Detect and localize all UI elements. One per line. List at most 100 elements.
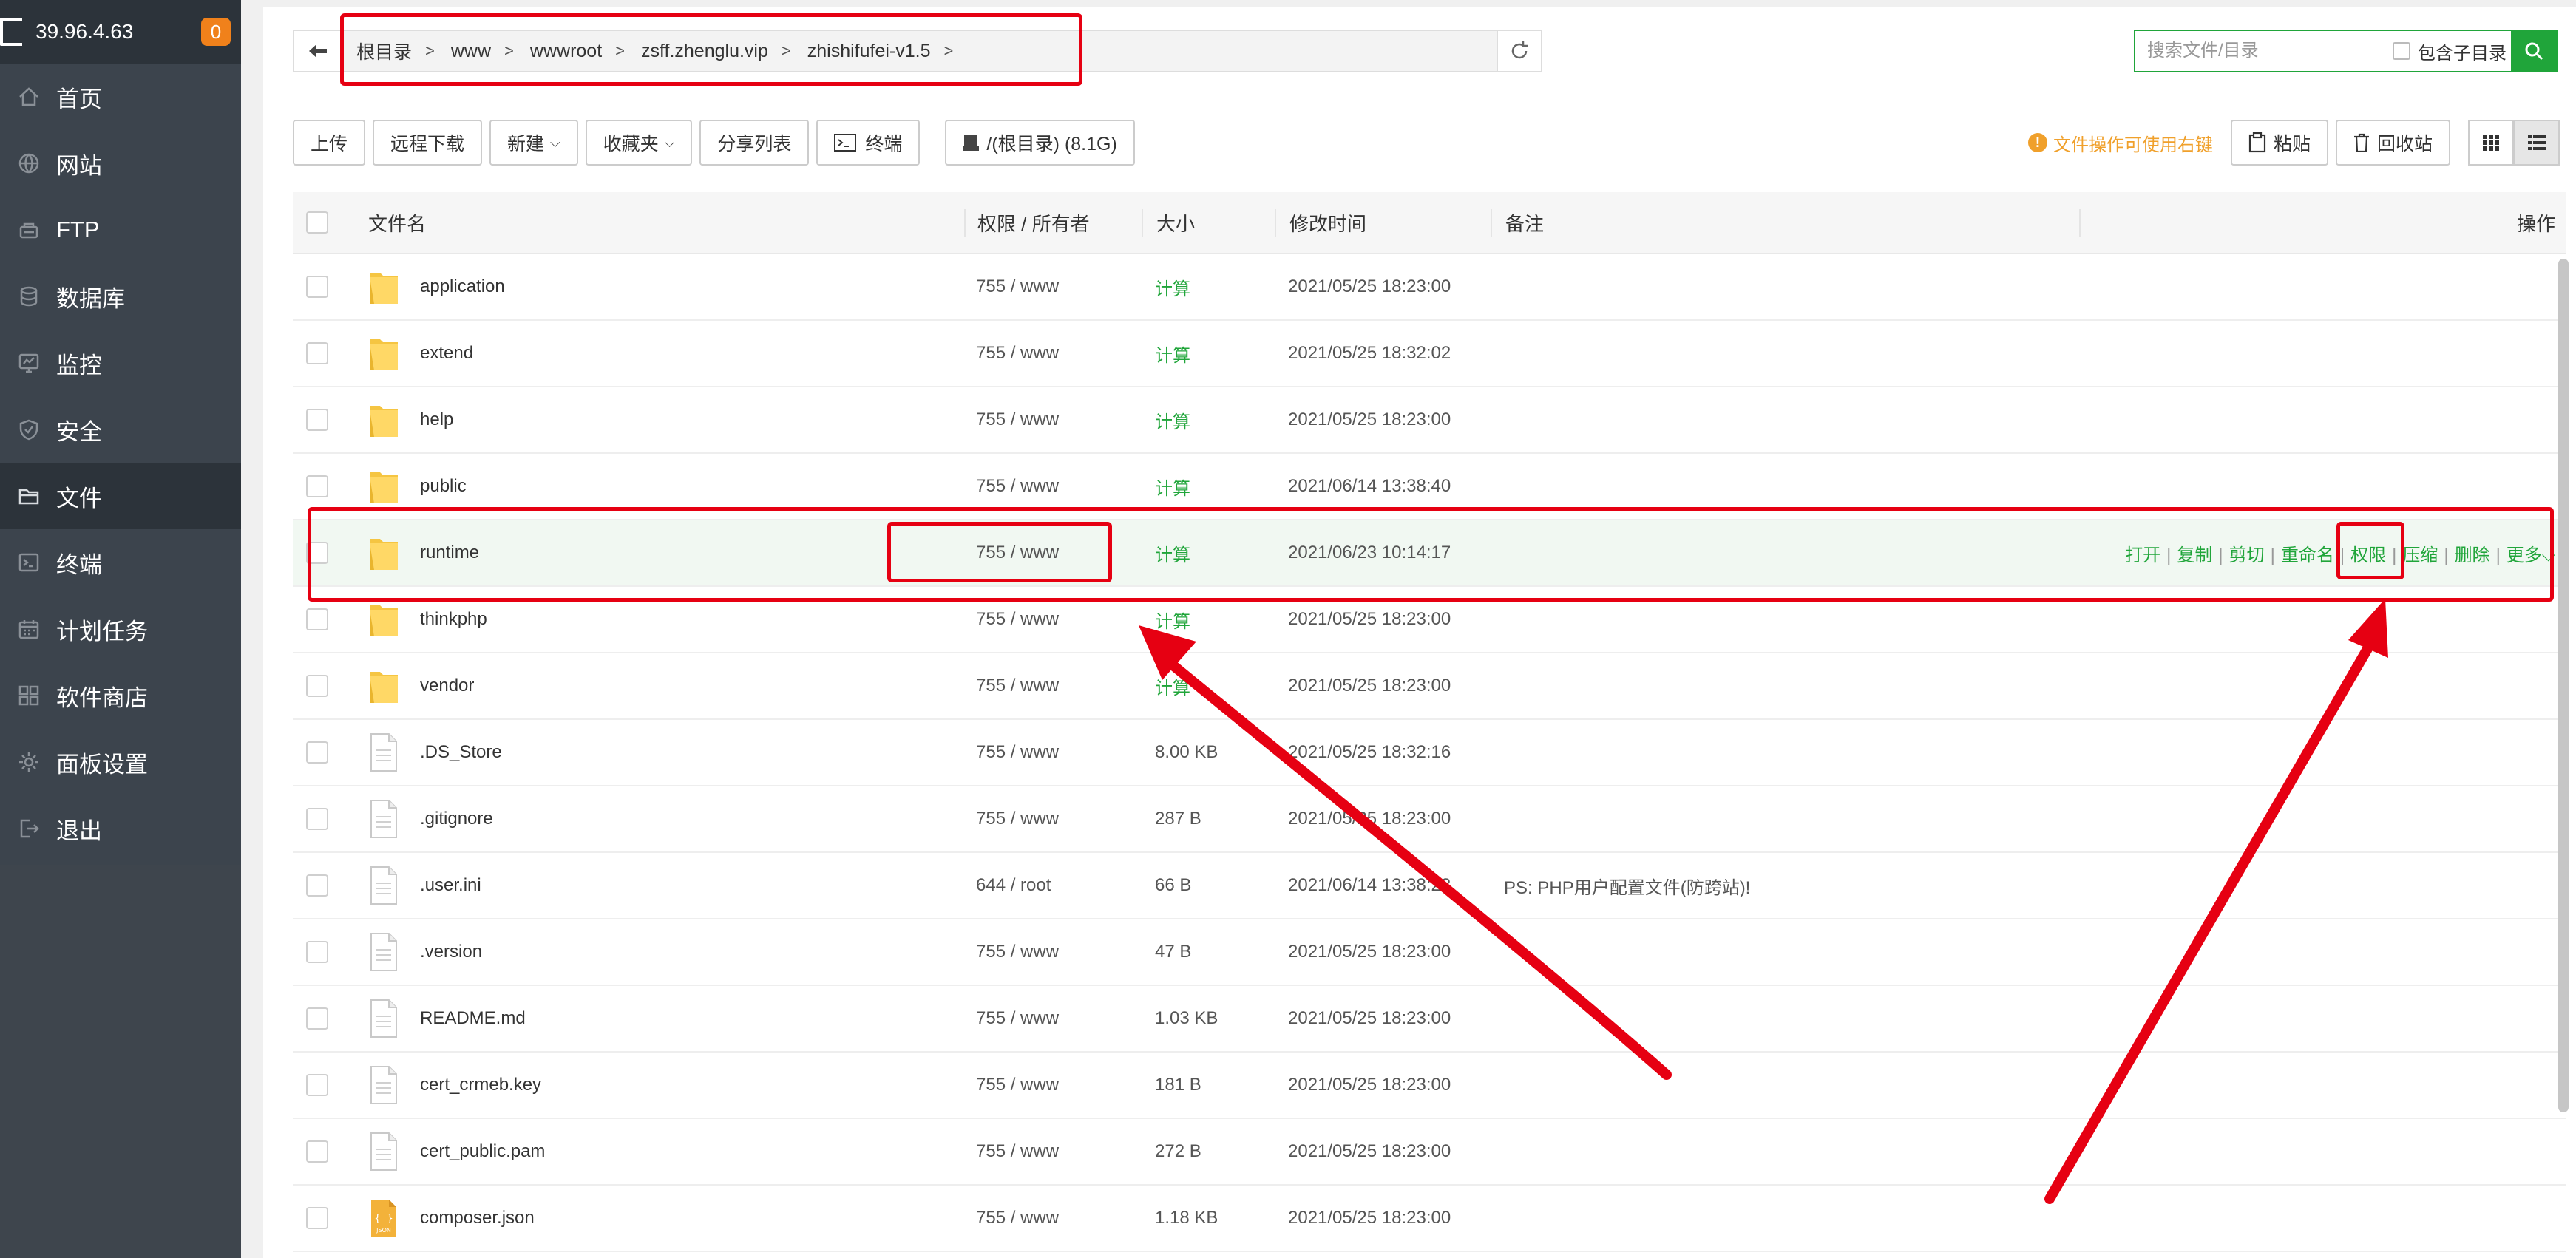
file-perm[interactable]: 755 / www [964, 543, 1142, 563]
sidebar-item-database[interactable]: 数据库 [0, 263, 241, 330]
table-row[interactable]: public 755 / www 计算 2021/06/14 13:38:40 [293, 454, 2566, 520]
sidebar-item-logout[interactable]: 退出 [0, 795, 241, 862]
file-name[interactable]: extend [420, 343, 473, 364]
table-row[interactable]: runtime 755 / www 计算 2021/06/23 10:14:17 打开 |… [293, 520, 2566, 587]
table-row[interactable]: extend 755 / www 计算 2021/05/25 18:32:02 [293, 321, 2566, 387]
row-checkbox[interactable] [306, 675, 328, 697]
file-perm[interactable]: 755 / www [964, 742, 1142, 763]
file-name[interactable]: thinkphp [420, 609, 487, 630]
row-checkbox[interactable] [306, 276, 328, 298]
sidebar-item-monitor[interactable]: 监控 [0, 330, 241, 396]
sidebar-item-security[interactable]: 安全 [0, 396, 241, 463]
sidebar-item-website[interactable]: 网站 [0, 130, 241, 197]
file-perm[interactable]: 644 / root [964, 875, 1142, 896]
file-perm[interactable]: 755 / www [964, 1008, 1142, 1029]
file-perm[interactable]: 755 / www [964, 1208, 1142, 1228]
list-view-button[interactable] [2514, 120, 2560, 166]
row-checkbox[interactable] [306, 409, 328, 431]
sidebar-item-terminal[interactable]: 终端 [0, 529, 241, 596]
file-perm[interactable]: 755 / www [964, 1075, 1142, 1095]
file-size[interactable]: 计算 [1142, 607, 1275, 633]
compress-action[interactable]: 压缩 [2402, 545, 2438, 565]
row-checkbox[interactable] [306, 941, 328, 963]
file-size[interactable]: 计算 [1142, 274, 1275, 300]
table-row[interactable]: { } JSON composer.json 755 / www 1.18 KB 2021… [293, 1186, 2566, 1252]
file-name[interactable]: .DS_Store [420, 742, 502, 763]
file-perm[interactable]: 755 / www [964, 609, 1142, 630]
grid-view-button[interactable] [2468, 120, 2514, 166]
row-checkbox[interactable] [306, 874, 328, 897]
copy-action[interactable]: 复制 [2177, 545, 2212, 565]
include-subdir-checkbox[interactable]: 包含子目录 [2393, 38, 2506, 64]
rename-action[interactable]: 重命名 [2281, 545, 2334, 565]
row-checkbox[interactable] [306, 342, 328, 364]
paste-button[interactable]: 粘贴 [2230, 120, 2328, 166]
file-perm[interactable]: 755 / www [964, 942, 1142, 962]
file-size[interactable]: 计算 [1142, 673, 1275, 699]
file-name[interactable]: .user.ini [420, 875, 481, 896]
row-checkbox[interactable] [306, 808, 328, 830]
refresh-button[interactable] [1497, 31, 1541, 71]
file-name[interactable]: composer.json [420, 1208, 535, 1228]
row-checkbox[interactable] [306, 1074, 328, 1096]
new-dropdown-button[interactable]: 新建 ⌵ [489, 120, 578, 166]
terminal-button[interactable]: 终端 [816, 120, 921, 166]
file-name[interactable]: cert_public.pam [420, 1141, 545, 1162]
back-button[interactable] [294, 31, 343, 71]
file-size[interactable]: 计算 [1142, 407, 1275, 433]
vertical-scrollbar[interactable] [2558, 259, 2569, 1112]
file-name[interactable]: application [420, 276, 505, 297]
file-name[interactable]: vendor [420, 676, 474, 696]
table-row[interactable]: .version 755 / www 47 B 2021/05/25 18:23:00 [293, 919, 2566, 986]
row-checkbox[interactable] [306, 741, 328, 764]
row-checkbox[interactable] [306, 608, 328, 630]
file-size[interactable]: 计算 [1142, 341, 1275, 367]
sidebar-item-home[interactable]: 首页 [0, 64, 241, 130]
table-row[interactable]: README.md 755 / www 1.03 KB 2021/05/25 18:2… [293, 986, 2566, 1053]
remote-download-button[interactable]: 远程下载 [373, 120, 483, 166]
file-name[interactable]: .gitignore [420, 809, 493, 829]
table-row[interactable]: help 755 / www 计算 2021/05/25 18:23:00 [293, 387, 2566, 454]
file-perm[interactable]: 755 / www [964, 343, 1142, 364]
file-perm[interactable]: 755 / www [964, 809, 1142, 829]
checkbox[interactable] [2393, 42, 2410, 60]
file-perm[interactable]: 755 / www [964, 676, 1142, 696]
header-perm[interactable]: 权限 / 所有者 [964, 208, 1142, 237]
table-row[interactable]: .gitignore 755 / www 287 B 2021/05/25 18:23… [293, 786, 2566, 853]
sidebar-item-store[interactable]: 软件商店 [0, 662, 241, 729]
search-input[interactable] [2135, 40, 2393, 62]
breadcrumb-item[interactable]: wwwroot [530, 41, 602, 62]
row-checkbox[interactable] [306, 475, 328, 497]
sidebar-item-files[interactable]: 文件 [0, 463, 241, 529]
file-size[interactable]: 计算 [1142, 474, 1275, 500]
favorites-dropdown-button[interactable]: 收藏夹 ⌵ [585, 120, 693, 166]
permission-action[interactable]: 权限 [2350, 545, 2386, 565]
file-size[interactable]: 计算 [1142, 540, 1275, 566]
table-row[interactable]: .user.ini 644 / root 66 B 2021/06/14 13:38:… [293, 853, 2566, 919]
search-button[interactable] [2511, 31, 2557, 71]
recycle-bin-button[interactable]: 回收站 [2335, 120, 2450, 166]
notification-badge[interactable]: 0 [201, 18, 231, 46]
breadcrumb-item[interactable]: zsff.zhenglu.vip [641, 41, 768, 62]
sidebar-item-ftp[interactable]: FTP [0, 197, 241, 263]
sidebar-item-settings[interactable]: 面板设置 [0, 729, 241, 795]
table-row[interactable]: thinkphp 755 / www 计算 2021/05/25 18:23:00 [293, 587, 2566, 653]
row-checkbox[interactable] [306, 542, 328, 564]
file-perm[interactable]: 755 / www [964, 276, 1142, 297]
table-row[interactable]: .DS_Store 755 / www 8.00 KB 2021/05/25 18:3… [293, 720, 2566, 786]
delete-action[interactable]: 删除 [2455, 545, 2490, 565]
table-row[interactable]: application 755 / www 计算 2021/05/25 18:23:0… [293, 254, 2566, 321]
breadcrumb-item[interactable]: www [451, 41, 491, 62]
more-action[interactable]: 更多 [2506, 545, 2542, 565]
row-checkbox[interactable] [306, 1140, 328, 1163]
row-checkbox[interactable] [306, 1007, 328, 1030]
file-perm[interactable]: 755 / www [964, 409, 1142, 430]
file-name[interactable]: runtime [420, 543, 479, 563]
file-name[interactable]: help [420, 409, 453, 430]
file-name[interactable]: cert_crmeb.key [420, 1075, 541, 1095]
share-list-button[interactable]: 分享列表 [699, 120, 810, 166]
file-name[interactable]: .version [420, 942, 482, 962]
row-checkbox[interactable] [306, 1207, 328, 1229]
breadcrumb-item[interactable]: 根目录 [356, 38, 412, 64]
table-row[interactable]: cert_crmeb.key 755 / www 181 B 2021/05/25 1… [293, 1053, 2566, 1119]
